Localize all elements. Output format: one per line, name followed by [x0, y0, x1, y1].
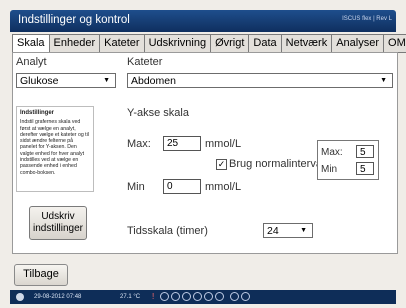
- window-title: Indstillinger og kontrol: [18, 14, 130, 26]
- back-button[interactable]: Tilbage: [14, 264, 68, 286]
- catheter-value: Abdomen: [131, 75, 176, 87]
- min-label: Min: [127, 181, 145, 193]
- slot-indicator: [182, 292, 191, 301]
- status-bar: 29-08-2012 07:48 27.1 °C !: [10, 290, 396, 304]
- normal-interval-checkbox[interactable]: ✓: [216, 159, 227, 170]
- tab-analyser[interactable]: Analyser: [332, 34, 385, 53]
- max-input[interactable]: 25: [163, 136, 201, 151]
- max-label: Max:: [127, 138, 151, 150]
- status-temperature: 27.1 °C: [120, 294, 141, 300]
- normal-min-label: Min: [321, 164, 338, 175]
- slot-indicator: [204, 292, 213, 301]
- min-unit: mmol/L: [205, 181, 242, 193]
- analyte-value: Glukose: [20, 75, 59, 87]
- tab-udskrivning[interactable]: Udskrivning: [144, 34, 212, 53]
- catheter-label: Kateter: [127, 56, 163, 68]
- chevron-down-icon: ▼: [380, 77, 387, 84]
- slot-indicator: [215, 292, 224, 301]
- normal-max-input[interactable]: 5: [356, 145, 374, 158]
- slot-indicator: [230, 292, 239, 301]
- min-input[interactable]: 0: [163, 179, 201, 194]
- print-settings-button[interactable]: Udskriv indstillinger: [29, 206, 87, 240]
- slot-indicator: [241, 292, 250, 301]
- status-datetime: 29-08-2012 07:48: [34, 294, 82, 300]
- analyte-select[interactable]: Glukose ▼: [16, 73, 116, 88]
- window-titlebar: Indstillinger og kontrol ISCUS flex | Re…: [10, 10, 396, 32]
- tab-data[interactable]: Data: [249, 34, 282, 53]
- max-unit: mmol/L: [205, 138, 242, 150]
- tab-kateter[interactable]: Kateter: [100, 34, 145, 53]
- info-text: Indstil grafernes skala ved først at væl…: [20, 119, 89, 176]
- footer: Tilbage: [10, 262, 396, 286]
- y-axis-label: Y-akse skala: [127, 107, 189, 119]
- normal-min-input[interactable]: 5: [356, 162, 374, 175]
- time-scale-select[interactable]: 24 ▼: [263, 223, 313, 238]
- info-box: Indstillinger Indstil grafernes skala ve…: [16, 106, 94, 192]
- info-heading: Indstillinger: [20, 110, 55, 116]
- catheter-select[interactable]: Abdomen ▼: [127, 73, 393, 88]
- normal-range-box: Max: 5 Min 5: [317, 140, 379, 180]
- power-icon: [16, 293, 24, 301]
- tab-ovrigt[interactable]: Øvrigt: [211, 34, 250, 53]
- normal-max-label: Max:: [321, 147, 343, 158]
- tab-netvaerk[interactable]: Netværk: [281, 34, 333, 53]
- sample-slots: [160, 292, 250, 301]
- chevron-down-icon: ▼: [103, 77, 110, 84]
- tab-skala[interactable]: Skala: [12, 34, 50, 53]
- settings-tabs: Skala Enheder Kateter Udskrivning Øvrigt…: [12, 34, 406, 53]
- tab-om[interactable]: OM: [384, 34, 406, 53]
- brand-label: ISCUS flex | Rev L: [342, 16, 392, 22]
- tab-enheder[interactable]: Enheder: [49, 34, 101, 53]
- time-scale-value: 24: [267, 225, 279, 237]
- normal-interval-label: Brug normalinterval: [229, 158, 325, 170]
- time-scale-label: Tidsskala (timer): [127, 225, 208, 237]
- scale-panel: Analyt Glukose ▼ Kateter Abdomen ▼ Indst…: [12, 52, 398, 254]
- chevron-down-icon: ▼: [300, 227, 307, 234]
- analyte-label: Analyt: [16, 56, 47, 68]
- slot-indicator: [193, 292, 202, 301]
- slot-indicator: [171, 292, 180, 301]
- alarm-icon: !: [152, 292, 155, 301]
- slot-indicator: [160, 292, 169, 301]
